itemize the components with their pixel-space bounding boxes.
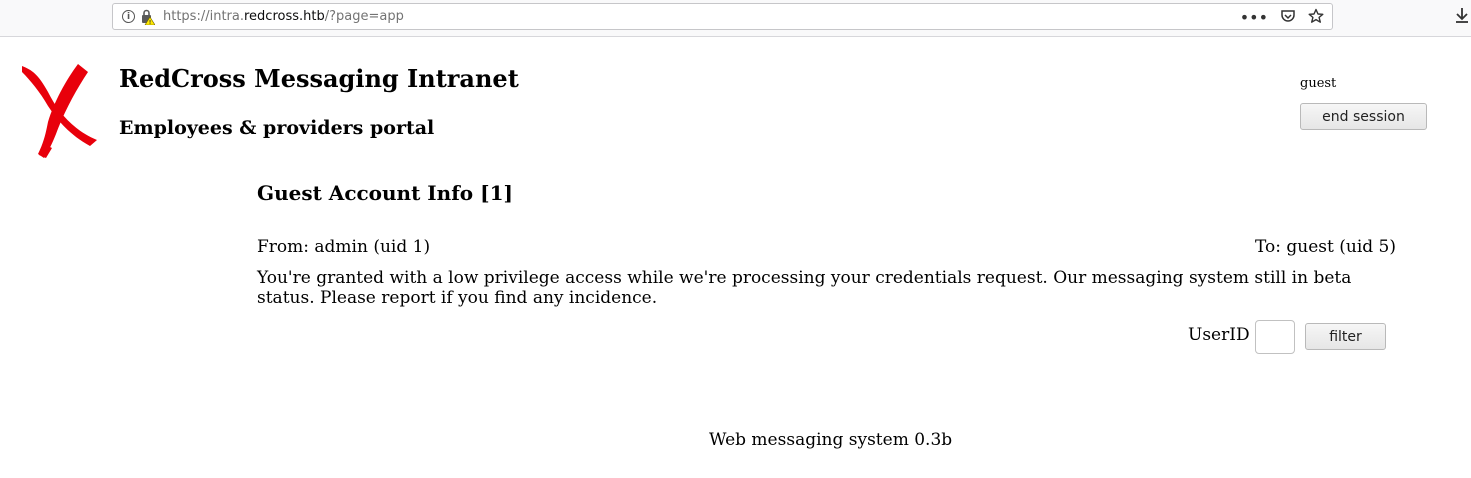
pocket-icon[interactable]: [1280, 8, 1296, 27]
browser-toolbar: i https://intra.redcross.htb/?page=app •…: [0, 0, 1471, 37]
lock-warning-icon[interactable]: [141, 9, 156, 25]
message-subject: Guest Account Info [1]: [257, 181, 513, 205]
message-from: From: admin (uid 1): [257, 237, 431, 257]
url-suffix: /?page=app: [324, 9, 404, 24]
more-icon[interactable]: •••: [1240, 9, 1268, 26]
message-body: You're granted with a low privilege acce…: [257, 268, 1352, 308]
page-subtitle: Employees & providers portal: [119, 117, 435, 139]
url-text: https://intra.redcross.htb/?page=app: [163, 9, 404, 24]
end-session-button[interactable]: end session: [1300, 103, 1427, 130]
bookmark-star-icon[interactable]: [1308, 8, 1324, 27]
redcross-logo-icon: [18, 62, 100, 164]
username-label: guest: [1300, 76, 1337, 91]
info-icon[interactable]: i: [122, 10, 135, 23]
userid-input[interactable]: [1255, 320, 1295, 354]
url-host: redcross.htb: [244, 9, 325, 24]
footer-version: Web messaging system 0.3b: [709, 430, 953, 450]
filter-button[interactable]: filter: [1305, 323, 1386, 350]
userid-label: UserID: [1188, 325, 1250, 345]
address-bar[interactable]: i https://intra.redcross.htb/?page=app •…: [112, 3, 1333, 30]
page-title: RedCross Messaging Intranet: [119, 64, 519, 93]
url-prefix: https://intra.: [163, 9, 244, 24]
download-icon[interactable]: [1455, 7, 1469, 27]
message-to: To: guest (uid 5): [1255, 237, 1396, 257]
